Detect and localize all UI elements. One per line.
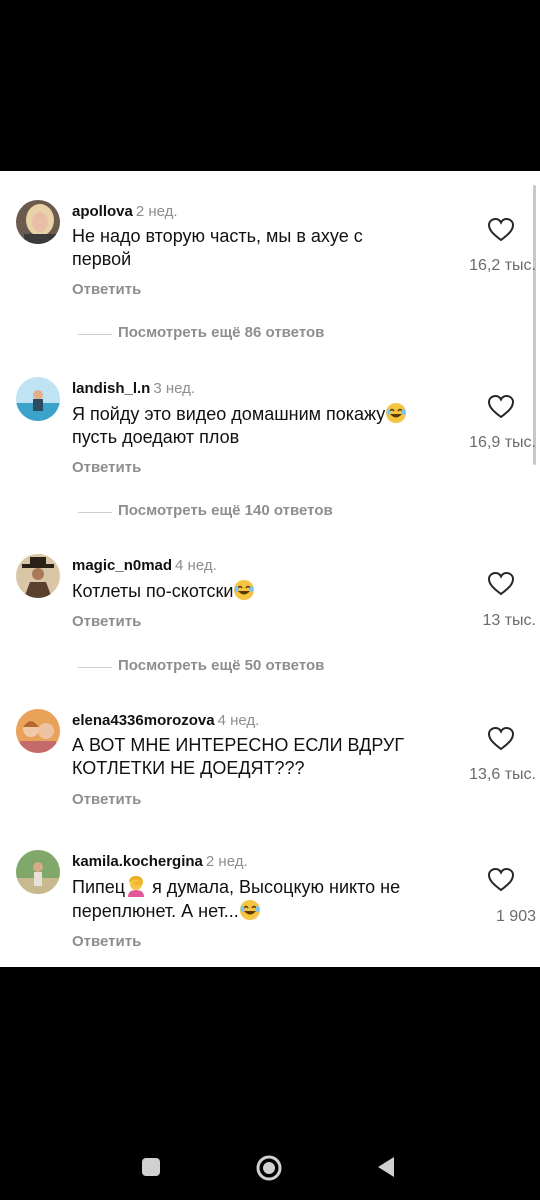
avatar-outdoor-photo-icon bbox=[16, 850, 60, 894]
heart-icon[interactable] bbox=[488, 727, 514, 751]
username[interactable]: magic_n0mad bbox=[72, 557, 172, 574]
comment-header: elena4336morozova 4 нед. bbox=[72, 712, 259, 729]
reply-button[interactable]: Ответить bbox=[72, 933, 141, 950]
reply-button[interactable]: Ответить bbox=[72, 459, 141, 476]
reply-button[interactable]: Ответить bbox=[72, 613, 141, 630]
comment-time: 3 нед. bbox=[153, 380, 196, 397]
comment-text: Я пойду это видео домашним покажу пусть … bbox=[72, 402, 452, 449]
comment-time: 2 нед. bbox=[205, 853, 248, 870]
comment-item: kamila.kochergina 2 нед. Пипец я думала, … bbox=[0, 850, 540, 967]
comment-header: apollova 2 нед. bbox=[72, 203, 178, 220]
triangle-back-icon[interactable] bbox=[376, 1156, 396, 1178]
like-count: 16,9 тыс. bbox=[469, 434, 536, 451]
laughing-emoji-icon bbox=[239, 900, 260, 920]
avatar-cowboy-icon bbox=[16, 554, 60, 598]
avatar[interactable] bbox=[16, 709, 60, 753]
username[interactable]: elena4336morozova bbox=[72, 712, 215, 729]
view-more-replies-label: Посмотреть ещё 86 ответов bbox=[118, 324, 325, 341]
comment-text-line: Я пойду это видео домашним покажу bbox=[72, 404, 386, 424]
heart-icon[interactable] bbox=[488, 572, 514, 596]
comment-text: А ВОТ МНЕ ИНТЕРЕСНО ЕСЛИ ВДРУГ КОТЛЕТКИ … bbox=[72, 734, 452, 780]
comment-text-line: Не надо вторую часть, мы в ахуе с bbox=[72, 226, 363, 246]
avatar-two-women-icon bbox=[16, 709, 60, 753]
comments-sheet: apollova 2 нед. Не надо вторую часть, мы … bbox=[0, 171, 540, 967]
circle-home-icon[interactable] bbox=[256, 1155, 282, 1181]
divider bbox=[78, 334, 112, 335]
square-recents-icon[interactable] bbox=[141, 1157, 161, 1177]
comment-text: Котлеты по-скотски bbox=[72, 579, 452, 603]
comment-text: Пипец я думала, Высоцкую никто не перепл… bbox=[72, 875, 452, 923]
heart-icon[interactable] bbox=[488, 395, 514, 419]
avatar[interactable] bbox=[16, 850, 60, 894]
system-navigation-bar bbox=[0, 967, 540, 1200]
avatar[interactable] bbox=[16, 554, 60, 598]
comment-text-line: переплюнет. А нет... bbox=[72, 901, 239, 921]
comment-text-line: КОТЛЕТКИ НЕ ДОЕДЯТ??? bbox=[72, 758, 305, 778]
divider bbox=[78, 512, 112, 513]
comment-item: magic_n0mad 4 нед. Котлеты по-скотски Отв… bbox=[0, 554, 540, 654]
comment-time: 4 нед. bbox=[217, 712, 260, 729]
like-count: 1 903 bbox=[495, 908, 536, 925]
like-count: 13,6 тыс. bbox=[469, 766, 536, 783]
view-more-replies[interactable]: Посмотреть ещё 86 ответов bbox=[72, 324, 472, 344]
comment-item: apollova 2 нед. Не надо вторую часть, мы … bbox=[0, 200, 540, 330]
comment-text-line: Пипец bbox=[72, 877, 126, 897]
heart-icon[interactable] bbox=[488, 218, 514, 242]
avatar-beach-photo-icon bbox=[16, 377, 60, 421]
view-more-replies[interactable]: Посмотреть ещё 50 ответов bbox=[72, 657, 472, 677]
avatar-woman-blonde-icon bbox=[16, 200, 60, 244]
username[interactable]: landish_l.n bbox=[72, 380, 150, 397]
comment-header: kamila.kochergina 2 нед. bbox=[72, 853, 248, 870]
comment-text-line: А ВОТ МНЕ ИНТЕРЕСНО ЕСЛИ ВДРУГ bbox=[72, 735, 405, 755]
comment-item: landish_l.n 3 нед. Я пойду это видео дома… bbox=[0, 377, 540, 507]
username[interactable]: apollova bbox=[72, 203, 133, 220]
like-count: 16,2 тыс. bbox=[469, 257, 536, 274]
view-more-replies-label: Посмотреть ещё 140 ответов bbox=[118, 502, 333, 519]
comment-time: 4 нед. bbox=[175, 557, 217, 574]
reply-button[interactable]: Ответить bbox=[72, 281, 141, 298]
laughing-emoji-icon bbox=[386, 403, 407, 423]
comment-text: Не надо вторую часть, мы в ахуе с первой bbox=[72, 225, 452, 271]
comment-text-line: я думала, Высоцкую никто не bbox=[147, 877, 401, 897]
comment-header: landish_l.n 3 нед. bbox=[72, 380, 195, 397]
view-more-replies-label: Посмотреть ещё 50 ответов bbox=[118, 657, 325, 674]
laughing-emoji-icon bbox=[234, 580, 255, 600]
comment-text-line: пусть доедают плов bbox=[72, 427, 240, 447]
reply-button[interactable]: Ответить bbox=[72, 791, 141, 808]
comment-time: 2 нед. bbox=[135, 203, 178, 220]
facepalm-emoji-icon bbox=[128, 876, 145, 897]
comment-header: magic_n0mad 4 нед. bbox=[72, 557, 217, 574]
like-count: 13 тыс. bbox=[482, 612, 536, 629]
avatar[interactable] bbox=[16, 200, 60, 244]
avatar[interactable] bbox=[16, 377, 60, 421]
comment-item: elena4336morozova 4 нед. А ВОТ МНЕ ИНТЕРЕ… bbox=[0, 709, 540, 819]
username[interactable]: kamila.kochergina bbox=[72, 853, 203, 870]
divider bbox=[78, 667, 112, 668]
comment-text-line: первой bbox=[72, 249, 132, 269]
heart-icon[interactable] bbox=[488, 868, 514, 892]
comment-text-line: Котлеты по-скотски bbox=[72, 581, 234, 601]
view-more-replies[interactable]: Посмотреть ещё 140 ответов bbox=[72, 502, 472, 522]
